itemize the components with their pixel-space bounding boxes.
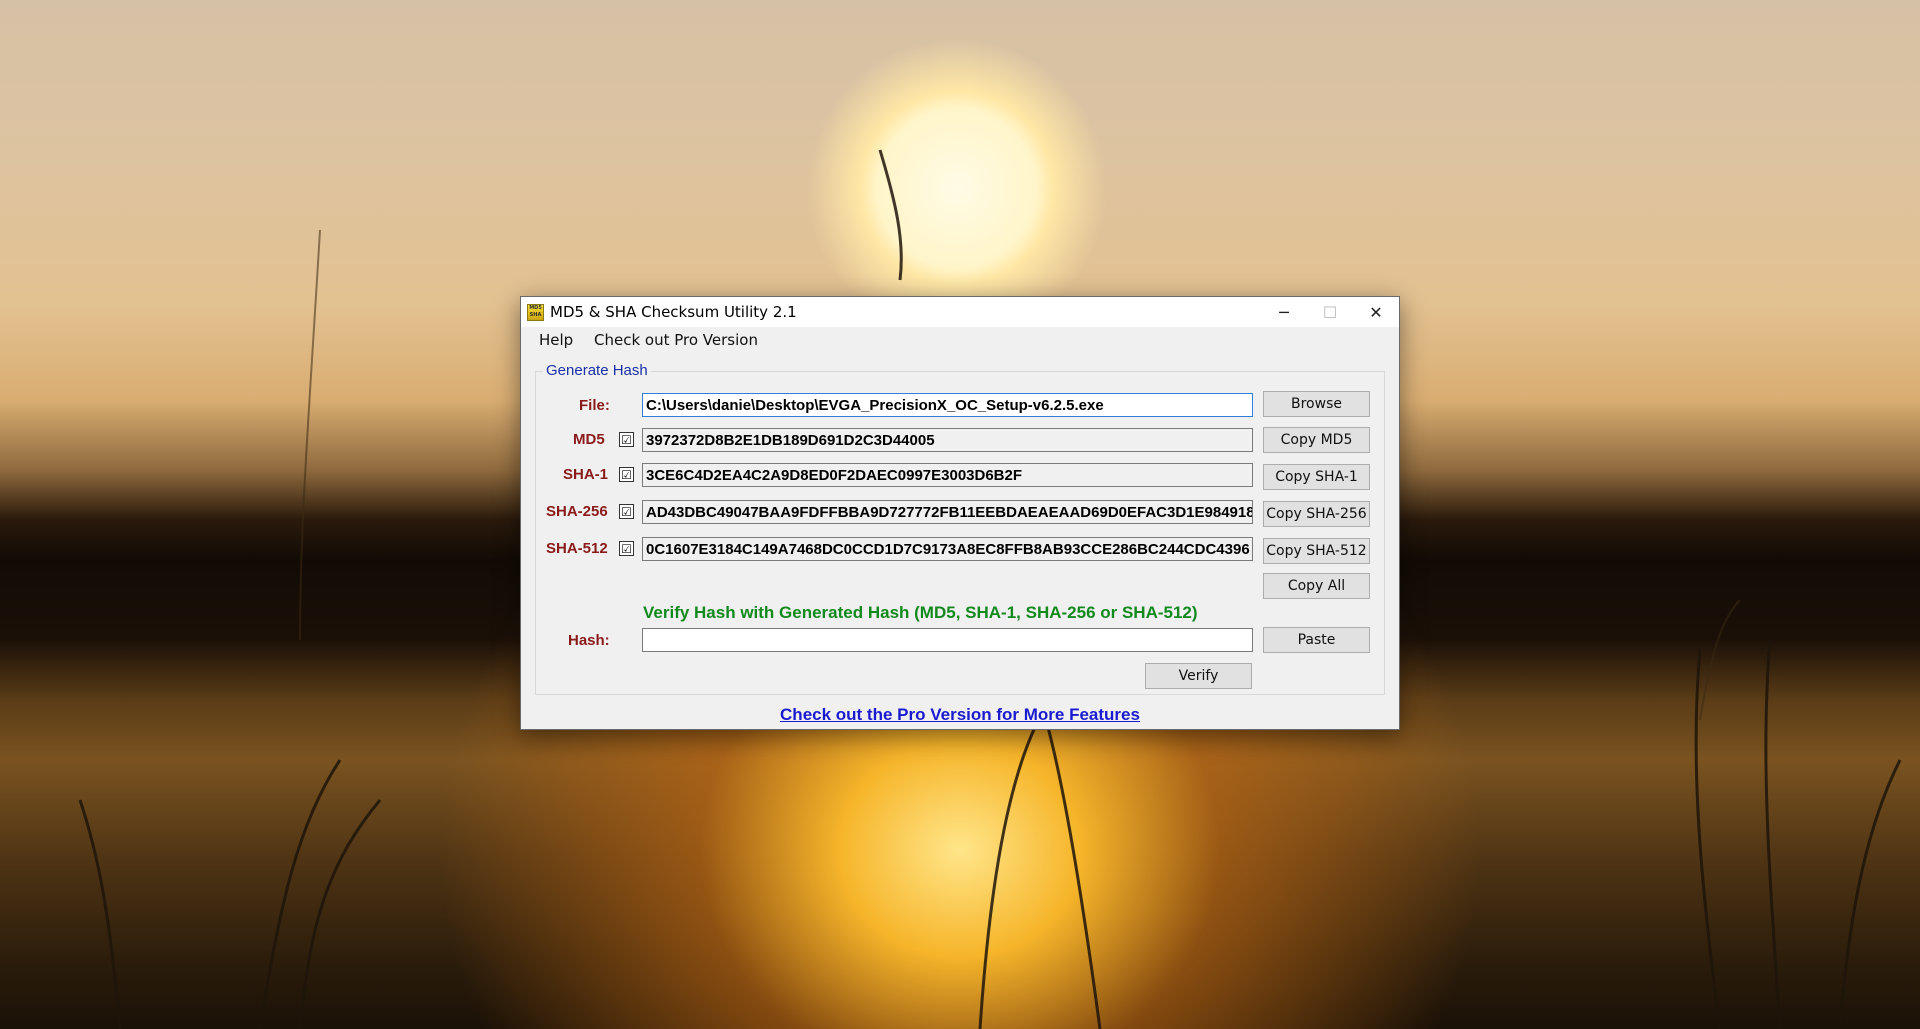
checkmark-icon: ☑ [621, 504, 632, 519]
app-icon: MD5 SHA [527, 304, 544, 321]
sha256-hash-field[interactable]: AD43DBC49047BAA9FDFFBBA9D727772FB11EEBDA… [642, 500, 1253, 524]
window-title: MD5 & SHA Checksum Utility 2.1 [550, 303, 797, 321]
sha512-label: SHA-512 [546, 540, 608, 557]
sha1-hash-field[interactable]: 3CE6C4D2EA4C2A9D8ED0F2DAEC0997E3003D6B2F [642, 463, 1253, 487]
sha256-checkbox[interactable]: ☑ [619, 504, 634, 519]
maximize-icon: ☐ [1322, 302, 1338, 322]
pro-version-link[interactable]: Check out the Pro Version for More Featu… [521, 705, 1399, 725]
sha512-hash-field[interactable]: 0C1607E3184C149A7468DC0CCD1D7C9173A8EC8F… [642, 537, 1253, 561]
md5-label: MD5 [573, 431, 605, 448]
sha1-checkbox[interactable]: ☑ [619, 467, 634, 482]
file-path-field[interactable]: C:\Users\danie\Desktop\EVGA_PrecisionX_O… [642, 393, 1253, 417]
copy-all-button[interactable]: Copy All [1263, 573, 1370, 599]
checkmark-icon: ☑ [621, 541, 632, 556]
sha1-label: SHA-1 [563, 466, 609, 483]
menu-bar: Help Check out Pro Version [521, 327, 1399, 351]
menu-help[interactable]: Help [539, 331, 573, 349]
checksum-utility-window: MD5 SHA MD5 & SHA Checksum Utility 2.1 ─… [520, 296, 1400, 730]
copy-sha1-button[interactable]: Copy SHA-1 [1263, 464, 1370, 490]
hash-label: Hash: [568, 632, 610, 649]
minimize-icon: ─ [1279, 302, 1289, 322]
copy-md5-button[interactable]: Copy MD5 [1263, 427, 1370, 453]
generate-hash-title: Generate Hash [543, 362, 651, 379]
title-bar[interactable]: MD5 SHA MD5 & SHA Checksum Utility 2.1 ─… [521, 297, 1399, 327]
browse-button[interactable]: Browse [1263, 391, 1370, 417]
close-button[interactable]: ✕ [1353, 297, 1399, 327]
minimize-button[interactable]: ─ [1261, 297, 1307, 327]
menu-check-out-pro[interactable]: Check out Pro Version [594, 331, 758, 349]
sha512-checkbox[interactable]: ☑ [619, 541, 634, 556]
paste-button[interactable]: Paste [1263, 627, 1370, 653]
maximize-button[interactable]: ☐ [1307, 297, 1353, 327]
close-icon: ✕ [1369, 302, 1383, 322]
verify-section-title: Verify Hash with Generated Hash (MD5, SH… [643, 603, 1198, 622]
checkmark-icon: ☑ [621, 432, 632, 447]
md5-checkbox[interactable]: ☑ [619, 432, 634, 447]
copy-sha256-button[interactable]: Copy SHA-256 [1263, 501, 1370, 527]
md5-hash-field[interactable]: 3972372D8B2E1DB189D691D2C3D44005 [642, 428, 1253, 452]
verify-button[interactable]: Verify [1145, 663, 1252, 689]
checkmark-icon: ☑ [621, 467, 632, 482]
verify-hash-input[interactable] [642, 628, 1253, 652]
sha256-label: SHA-256 [546, 503, 608, 520]
copy-sha512-button[interactable]: Copy SHA-512 [1263, 538, 1370, 564]
file-label: File: [579, 397, 610, 414]
